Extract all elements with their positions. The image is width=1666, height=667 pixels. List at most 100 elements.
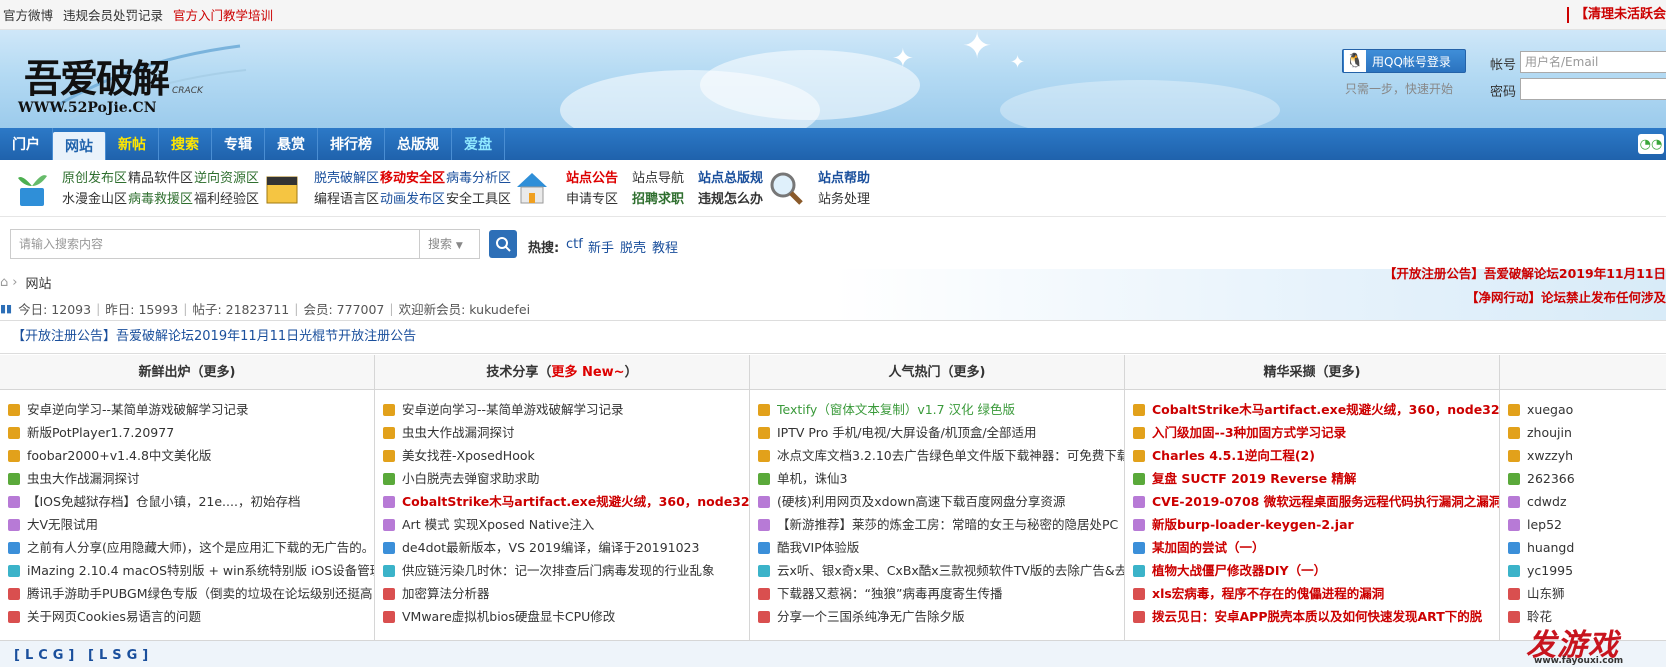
thread-item[interactable]: 加密算法分析器 — [375, 582, 749, 605]
site-affairs[interactable]: 站务处理 — [818, 188, 870, 207]
thread-title[interactable]: CVE-2019-0708 微软远程桌面服务远程代码执行漏洞之漏洞分 — [1152, 490, 1499, 513]
thread-title[interactable]: Art 模式 实现Xposed Native注入 — [402, 513, 594, 536]
nav-item-ranking[interactable]: 排行榜 — [318, 128, 385, 160]
search-type-select[interactable]: 搜索 ▼ — [420, 229, 480, 259]
violation-help[interactable]: 违规怎么办 — [698, 188, 763, 207]
thread-item[interactable]: xwzzyh — [1500, 444, 1666, 467]
thread-title[interactable]: cdwdz — [1527, 490, 1567, 513]
apply-zone[interactable]: 申请专区 — [566, 188, 618, 207]
thread-item[interactable]: foobar2000+v1.4.8中文美化版 — [0, 444, 374, 467]
thread-title[interactable]: foobar2000+v1.4.8中文美化版 — [27, 444, 211, 467]
search-button[interactable] — [489, 230, 517, 258]
thread-title[interactable]: 关于网页Cookies易语言的问题 — [27, 605, 201, 628]
thread-item[interactable]: 【IOS免越狱存档】仓鼠小镇，21e....，初始存档 — [0, 490, 374, 513]
thread-title[interactable]: IPTV Pro 手机/电视/大屏设备/机顶盒/全部适用 — [777, 421, 1037, 444]
nav-item-album[interactable]: 专辑 — [212, 128, 265, 160]
thread-item[interactable]: 山东狮 — [1500, 582, 1666, 605]
forum-animation[interactable]: 动画发布区 — [380, 188, 445, 207]
thread-title[interactable]: 262366 — [1527, 467, 1575, 490]
password-input[interactable] — [1520, 78, 1666, 100]
thread-title[interactable]: 虫虫大作战漏洞探讨 — [402, 421, 515, 444]
thread-item[interactable]: 262366 — [1500, 467, 1666, 490]
thread-item[interactable]: IPTV Pro 手机/电视/大屏设备/机顶盒/全部适用 — [750, 421, 1124, 444]
forum-unpack[interactable]: 脱壳破解区 — [314, 167, 379, 186]
thread-item[interactable]: 植物大战僵尸修改器DIY（一） — [1125, 559, 1499, 582]
thread-title[interactable]: VMware虚拟机bios硬盘显卡CPU修改 — [402, 605, 615, 628]
thread-item[interactable]: 新版PotPlayer1.7.20977 — [0, 421, 374, 444]
topbar-right-notice[interactable]: 【清理未活跃会 — [1566, 7, 1666, 23]
site-rules[interactable]: 站点总版规 — [698, 167, 763, 186]
thread-title[interactable]: 腾讯手游助手PUBGM绿色专版（倒卖的垃圾在论坛级别还挺高 — [27, 582, 373, 605]
column-title[interactable]: 人气热门（更多) — [750, 355, 1124, 390]
forum-reverse[interactable]: 逆向资源区 — [194, 167, 259, 186]
thread-title[interactable]: 【IOS免越狱存档】仓鼠小镇，21e....，初始存档 — [27, 490, 300, 513]
thread-item[interactable]: 安卓逆向学习--某简单游戏破解学习记录 — [375, 398, 749, 421]
thread-title[interactable]: 下载器又惹祸：“独狼”病毒再度寄生传播 — [777, 582, 1002, 605]
thread-title[interactable]: 大V无限试用 — [27, 513, 98, 536]
thread-item[interactable]: VMware虚拟机bios硬盘显卡CPU修改 — [375, 605, 749, 628]
column-title-more[interactable]: 更多 New~ — [551, 365, 624, 380]
search-input[interactable]: 请输入搜索内容 — [10, 229, 420, 259]
thread-title[interactable]: xwzzyh — [1527, 444, 1573, 467]
footer-link-lcg[interactable]: [LCG] — [14, 648, 79, 663]
thread-item[interactable]: cdwdz — [1500, 490, 1666, 513]
thread-item[interactable]: huangd — [1500, 536, 1666, 559]
topbar-link-violations[interactable]: 违规会员处罚记录 — [63, 5, 163, 24]
thread-title[interactable]: 山东狮 — [1527, 582, 1565, 605]
thread-title[interactable]: 入门级加固--3种加固方式学习记录 — [1152, 421, 1346, 444]
thread-title[interactable]: 单机，诛仙3 — [777, 467, 847, 490]
stats-welcome[interactable]: 欢迎新会员: kukudefei — [399, 299, 530, 318]
thread-title[interactable]: 新版PotPlayer1.7.20977 — [27, 421, 174, 444]
thread-item[interactable]: 虫虫大作战漏洞探讨 — [0, 467, 374, 490]
thread-title[interactable]: 云x听、银x奇x果、CxBx酷x三款视频软件TV版的去除广告&去 — [777, 559, 1124, 582]
thread-item[interactable]: 【新游推荐】莱莎的炼金工房：常暗的女王与秘密的隐居处PC — [750, 513, 1124, 536]
forum-welfare[interactable]: 福利经验区 — [194, 188, 259, 207]
scroll-notice[interactable]: 【净网行动】论坛禁止发布任何涉及 — [1466, 287, 1666, 306]
hot-search-link[interactable]: 脱壳 — [620, 237, 646, 256]
thread-item[interactable]: 酷我VIP体验版 — [750, 536, 1124, 559]
hot-search-link[interactable]: 新手 — [588, 237, 614, 256]
hot-search-link[interactable]: ctf — [566, 237, 583, 252]
thread-item[interactable]: xls宏病毒，程序不存在的傀儡进程的漏洞 — [1125, 582, 1499, 605]
thread-title[interactable]: 安卓逆向学习--某简单游戏破解学习记录 — [27, 398, 249, 421]
thread-title[interactable]: CobaltStrike木马artifact.exe规避火绒，360，node3… — [1152, 398, 1499, 421]
announcement-link[interactable]: 【开放注册公告】吾爱破解论坛2019年11月11日光棍节开放注册公告 — [12, 329, 416, 344]
thread-title[interactable]: Textify（窗体文本复制）v1.7 汉化 绿色版 — [777, 398, 1015, 421]
nav-item-aipan[interactable]: 爱盘 — [452, 128, 505, 160]
thread-item[interactable]: 腾讯手游助手PUBGM绿色专版（倒卖的垃圾在论坛级别还挺高 — [0, 582, 374, 605]
topbar-link-training[interactable]: 官方入门教学培训 — [173, 5, 273, 24]
thread-title[interactable]: 植物大战僵尸修改器DIY（一） — [1152, 559, 1326, 582]
scroll-notice[interactable]: 【开放注册公告】吾爱破解论坛2019年11月11日 — [1384, 263, 1666, 282]
forum-virus-rescue[interactable]: 病毒救援区 — [128, 188, 193, 207]
thread-item[interactable]: lep52 — [1500, 513, 1666, 536]
thread-item[interactable]: 云x听、银x奇x果、CxBx酷x三款视频软件TV版的去除广告&去 — [750, 559, 1124, 582]
thread-item[interactable]: 供应链污染几时休：记一次排查后门病毒发现的行业乱象 — [375, 559, 749, 582]
forum-security-tools[interactable]: 安全工具区 — [446, 188, 511, 207]
thread-item[interactable]: Art 模式 实现Xposed Native注入 — [375, 513, 749, 536]
site-navigation[interactable]: 站点导航 — [632, 167, 684, 186]
site-help[interactable]: 站点帮助 — [818, 167, 870, 186]
nav-item-reward[interactable]: 悬赏 — [265, 128, 318, 160]
thread-title[interactable]: 某加固的尝试（一） — [1152, 536, 1265, 559]
thread-item[interactable]: 之前有人分享(应用隐藏大师)，这个是应用汇下载的无广告的。 — [0, 536, 374, 559]
thread-item[interactable]: zhoujin — [1500, 421, 1666, 444]
topbar-link-weibo[interactable]: 官方微博 — [3, 5, 53, 24]
thread-item[interactable]: CobaltStrike木马artifact.exe规避火绒，360，node3… — [375, 490, 749, 513]
job-zone[interactable]: 招聘求职 — [632, 188, 684, 207]
thread-title[interactable]: 虫虫大作战漏洞探讨 — [27, 467, 140, 490]
thread-title[interactable]: 供应链污染几时休：记一次排查后门病毒发现的行业乱象 — [402, 559, 715, 582]
thread-title[interactable]: de4dot最新版本，VS 2019编译，编译于20191023 — [402, 536, 699, 559]
thread-title[interactable]: 美女找茬-XposedHook — [402, 444, 535, 467]
forum-software[interactable]: 精品软件区 — [128, 167, 193, 186]
forum-virus-analysis[interactable]: 病毒分析区 — [446, 167, 511, 186]
thread-title[interactable]: zhoujin — [1527, 421, 1572, 444]
thread-item[interactable]: 下载器又惹祸：“独狼”病毒再度寄生传播 — [750, 582, 1124, 605]
nav-item-rules[interactable]: 总版规 — [385, 128, 452, 160]
wechat-icon[interactable]: ◔◔ — [1638, 134, 1664, 154]
thread-item[interactable]: yc1995 — [1500, 559, 1666, 582]
thread-item[interactable]: 某加固的尝试（一） — [1125, 536, 1499, 559]
thread-item[interactable]: 拨云见日：安卓APP脱壳本质以及如何快速发现ART下的脱 — [1125, 605, 1499, 628]
forum-programming[interactable]: 编程语言区 — [314, 188, 379, 207]
thread-item[interactable]: 新版burp-loader-keygen-2.jar — [1125, 513, 1499, 536]
thread-title[interactable]: CobaltStrike木马artifact.exe规避火绒，360，node3… — [402, 490, 749, 513]
